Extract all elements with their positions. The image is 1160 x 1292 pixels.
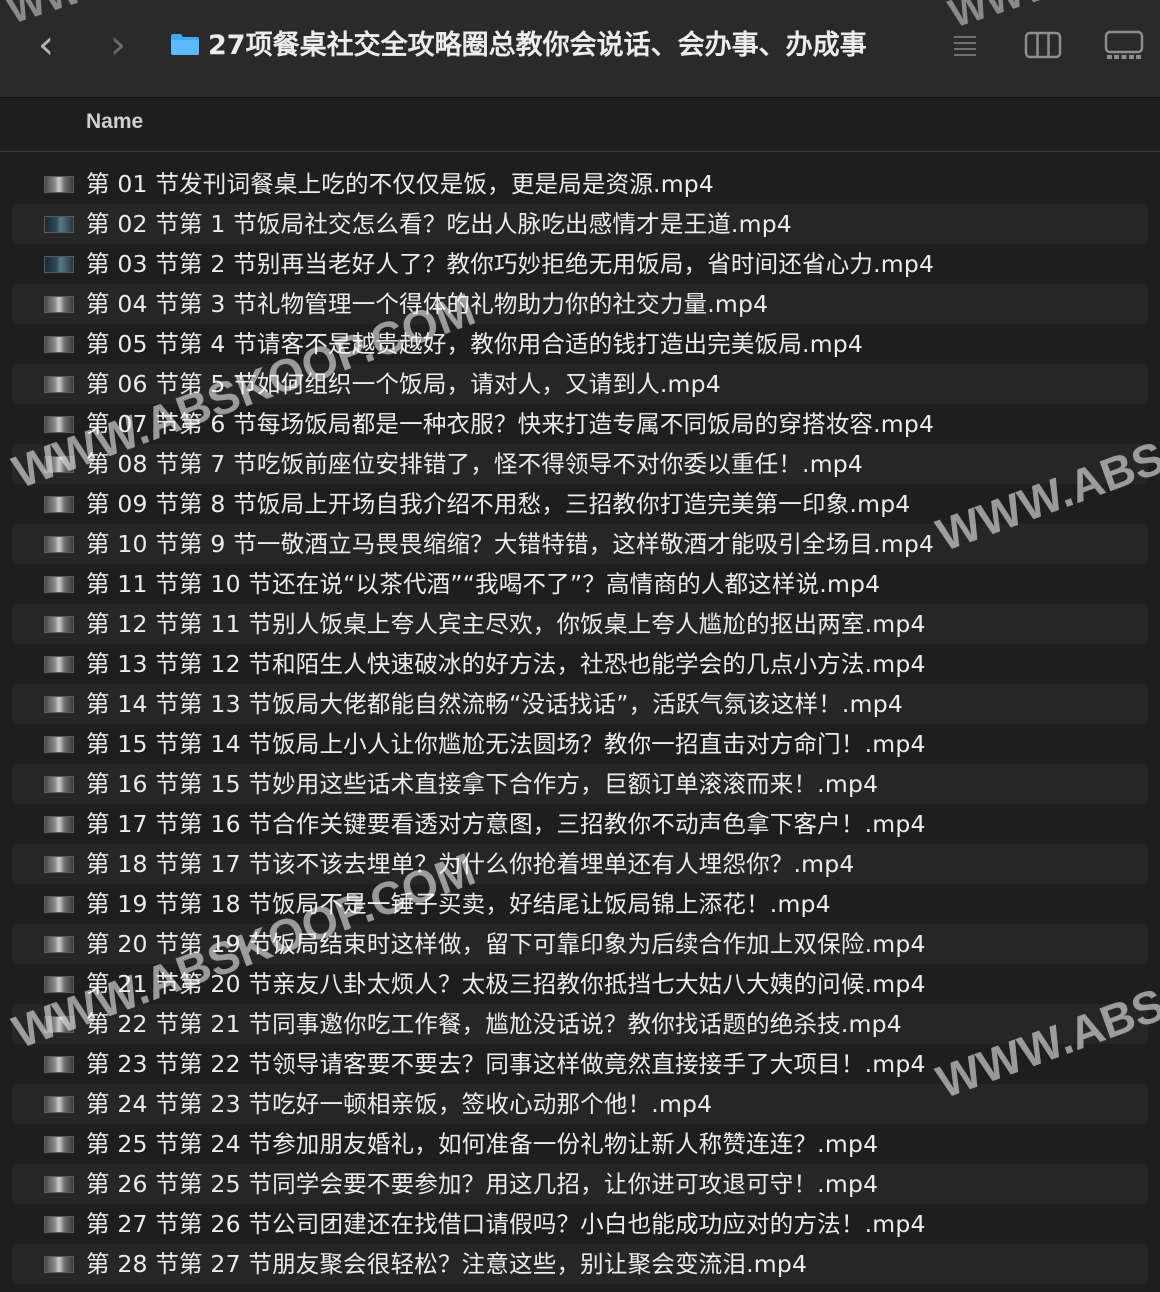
- file-row[interactable]: 第 14 节第 13 节饭局大佬都能自然流畅“没话找话”，活跃气氛该这样！.mp…: [12, 684, 1148, 724]
- file-name: 第 11 节第 10 节还在说“以茶代酒”“我喝不了”？高情商的人都这样说.mp…: [86, 570, 881, 598]
- file-row[interactable]: 第 22 节第 21 节同事邀你吃工作餐，尴尬没话说？教你找话题的绝杀技.mp4: [12, 1004, 1148, 1044]
- file-row[interactable]: 第 10 节第 9 节一敬酒立马畏畏缩缩？大错特错，这样敬酒才能吸引全场目.mp…: [12, 524, 1148, 564]
- file-row[interactable]: 第 13 节第 12 节和陌生人快速破冰的好方法，社恐也能学会的几点小方法.mp…: [0, 644, 1160, 684]
- video-thumbnail-icon: [44, 816, 74, 833]
- file-row[interactable]: 第 27 节第 26 节公司团建还在找借口请假吗？小白也能成功应对的方法！.mp…: [0, 1204, 1160, 1244]
- video-thumbnail-icon: [44, 1096, 74, 1113]
- file-name: 第 24 节第 23 节吃好一顿相亲饭，签收心动那个他！.mp4: [86, 1090, 713, 1118]
- file-row[interactable]: 第 24 节第 23 节吃好一顿相亲饭，签收心动那个他！.mp4: [12, 1084, 1148, 1124]
- video-thumbnail-icon: [44, 376, 74, 393]
- file-list: 第 01 节发刊词餐桌上吃的不仅仅是饭，更是局是资源.mp4 第 02 节第 1 …: [0, 164, 1160, 1284]
- file-name: 第 08 节第 7 节吃饭前座位安排错了，怪不得领导不对你委以重任！.mp4: [86, 450, 864, 478]
- back-button[interactable]: ‹: [26, 20, 66, 70]
- file-name: 第 21 节第 20 节亲友八卦太烦人？太极三招教你抵挡七大姑八大姨的问候.mp…: [86, 970, 926, 998]
- column-header: Name: [0, 98, 1160, 152]
- file-row[interactable]: 第 20 节第 19 节饭局结束时这样做，留下可靠印象为后续合作加上双保险.mp…: [12, 924, 1148, 964]
- video-thumbnail-icon: [44, 936, 74, 953]
- file-row[interactable]: 第 19 节第 18 节饭局不是一锤子买卖，好结尾让饭局锦上添花！.mp4: [0, 884, 1160, 924]
- video-thumbnail-icon: [44, 1056, 74, 1073]
- finder-window: ‹ › 27项餐桌社交全攻略圈总教你会说话、会办事、办成事 Name 第 01 …: [0, 0, 1160, 1292]
- file-name: 第 05 节第 4 节请客不是越贵越好，教你用合适的钱打造出完美饭局.mp4: [86, 330, 864, 358]
- file-name: 第 01 节发刊词餐桌上吃的不仅仅是饭，更是局是资源.mp4: [86, 170, 715, 198]
- file-name: 第 09 节第 8 节饭局上开场自我介绍不用愁，三招教你打造完美第一印象.mp4: [86, 490, 911, 518]
- file-name: 第 27 节第 26 节公司团建还在找借口请假吗？小白也能成功应对的方法！.mp…: [86, 1210, 926, 1238]
- video-thumbnail-icon: [44, 176, 74, 193]
- file-row[interactable]: 第 26 节第 25 节同学会要不要参加？用这几招，让你进可攻退可守！.mp4: [12, 1164, 1148, 1204]
- file-row[interactable]: 第 09 节第 8 节饭局上开场自我介绍不用愁，三招教你打造完美第一印象.mp4: [0, 484, 1160, 524]
- toolbar: ‹ › 27项餐桌社交全攻略圈总教你会说话、会办事、办成事: [0, 0, 1160, 98]
- video-thumbnail-icon: [44, 456, 74, 473]
- forward-button[interactable]: ›: [98, 20, 138, 70]
- video-thumbnail-icon: [44, 416, 74, 433]
- file-row[interactable]: 第 21 节第 20 节亲友八卦太烦人？太极三招教你抵挡七大姑八大姨的问候.mp…: [0, 964, 1160, 1004]
- file-row[interactable]: 第 18 节第 17 节该不该去埋单？为什么你抢着埋单还有人埋怨你？.mp4: [12, 844, 1148, 884]
- file-name: 第 23 节第 22 节领导请客要不要去？同事这样做竟然直接接手了大项目！.mp…: [86, 1050, 926, 1078]
- file-name: 第 03 节第 2 节别再当老好人了？教你巧妙拒绝无用饭局，省时间还省心力.mp…: [86, 250, 935, 278]
- video-thumbnail-icon: [44, 576, 74, 593]
- file-row[interactable]: 第 02 节第 1 节饭局社交怎么看？吃出人脉吃出感情才是王道.mp4: [12, 204, 1148, 244]
- file-name: 第 10 节第 9 节一敬酒立马畏畏缩缩？大错特错，这样敬酒才能吸引全场目.mp…: [86, 530, 935, 558]
- file-row[interactable]: 第 05 节第 4 节请客不是越贵越好，教你用合适的钱打造出完美饭局.mp4: [0, 324, 1160, 364]
- video-thumbnail-icon: [44, 536, 74, 553]
- video-thumbnail-icon: [44, 296, 74, 313]
- file-row[interactable]: 第 15 节第 14 节饭局上小人让你尴尬无法圆场？教你一招直击对方命门！.mp…: [0, 724, 1160, 764]
- video-thumbnail-icon: [44, 656, 74, 673]
- file-name: 第 22 节第 21 节同事邀你吃工作餐，尴尬没话说？教你找话题的绝杀技.mp4: [86, 1010, 902, 1038]
- folder-icon: [171, 34, 199, 55]
- gallery-view-icon[interactable]: [1104, 28, 1144, 62]
- video-thumbnail-icon: [44, 1176, 74, 1193]
- file-name: 第 20 节第 19 节饭局结束时这样做，留下可靠印象为后续合作加上双保险.mp…: [86, 930, 926, 958]
- file-name: 第 17 节第 16 节合作关键要看透对方意图，三招教你不动声色拿下客户！.mp…: [86, 810, 926, 838]
- file-row[interactable]: 第 12 节第 11 节别人饭桌上夸人宾主尽欢，你饭桌上夸人尴尬的抠出两室.mp…: [12, 604, 1148, 644]
- file-name: 第 16 节第 15 节妙用这些话术直接拿下合作方，巨额订单滚滚而来！.mp4: [86, 770, 879, 798]
- file-name: 第 19 节第 18 节饭局不是一锤子买卖，好结尾让饭局锦上添花！.mp4: [86, 890, 831, 918]
- video-thumbnail-icon: [44, 496, 74, 513]
- file-name: 第 25 节第 24 节参加朋友婚礼，如何准备一份礼物让新人称赞连连？.mp4: [86, 1130, 879, 1158]
- file-name: 第 07 节第 6 节每场饭局都是一种衣服？快来打造专属不同饭局的穿搭妆容.mp…: [86, 410, 935, 438]
- file-name: 第 12 节第 11 节别人饭桌上夸人宾主尽欢，你饭桌上夸人尴尬的抠出两室.mp…: [86, 610, 926, 638]
- file-row[interactable]: 第 06 节第 5 节如何组织一个饭局，请对人，又请到人.mp4: [12, 364, 1148, 404]
- video-thumbnail-icon: [44, 1256, 74, 1273]
- video-thumbnail-icon: [44, 736, 74, 753]
- file-row[interactable]: 第 03 节第 2 节别再当老好人了？教你巧妙拒绝无用饭局，省时间还省心力.mp…: [0, 244, 1160, 284]
- file-row[interactable]: 第 01 节发刊词餐桌上吃的不仅仅是饭，更是局是资源.mp4: [0, 164, 1160, 204]
- file-row[interactable]: 第 16 节第 15 节妙用这些话术直接拿下合作方，巨额订单滚滚而来！.mp4: [12, 764, 1148, 804]
- video-thumbnail-icon: [44, 1136, 74, 1153]
- video-thumbnail-icon: [44, 856, 74, 873]
- column-view-icon[interactable]: [1024, 28, 1062, 62]
- file-name: 第 26 节第 25 节同学会要不要参加？用这几招，让你进可攻退可守！.mp4: [86, 1170, 879, 1198]
- video-thumbnail-icon: [44, 256, 74, 273]
- file-row[interactable]: 第 25 节第 24 节参加朋友婚礼，如何准备一份礼物让新人称赞连连？.mp4: [0, 1124, 1160, 1164]
- file-row[interactable]: 第 11 节第 10 节还在说“以茶代酒”“我喝不了”？高情商的人都这样说.mp…: [0, 564, 1160, 604]
- list-view-icon[interactable]: [952, 28, 978, 62]
- file-name: 第 28 节第 27 节朋友聚会很轻松？注意这些，别让聚会变流泪.mp4: [86, 1250, 808, 1278]
- video-thumbnail-icon: [44, 776, 74, 793]
- video-thumbnail-icon: [44, 696, 74, 713]
- file-name: 第 18 节第 17 节该不该去埋单？为什么你抢着埋单还有人埋怨你？.mp4: [86, 850, 855, 878]
- file-name: 第 02 节第 1 节饭局社交怎么看？吃出人脉吃出感情才是王道.mp4: [86, 210, 792, 238]
- file-name: 第 15 节第 14 节饭局上小人让你尴尬无法圆场？教你一招直击对方命门！.mp…: [86, 730, 926, 758]
- video-thumbnail-icon: [44, 1216, 74, 1233]
- video-thumbnail-icon: [44, 896, 74, 913]
- file-row[interactable]: 第 17 节第 16 节合作关键要看透对方意图，三招教你不动声色拿下客户！.mp…: [0, 804, 1160, 844]
- file-row[interactable]: 第 28 节第 27 节朋友聚会很轻松？注意这些，别让聚会变流泪.mp4: [12, 1244, 1148, 1284]
- file-name: 第 14 节第 13 节饭局大佬都能自然流畅“没话找话”，活跃气氛该这样！.mp…: [86, 690, 903, 718]
- file-name: 第 06 节第 5 节如何组织一个饭局，请对人，又请到人.mp4: [86, 370, 721, 398]
- file-row[interactable]: 第 07 节第 6 节每场饭局都是一种衣服？快来打造专属不同饭局的穿搭妆容.mp…: [0, 404, 1160, 444]
- window-title: 27项餐桌社交全攻略圈总教你会说话、会办事、办成事: [208, 30, 867, 61]
- video-thumbnail-icon: [44, 336, 74, 353]
- name-column-header[interactable]: Name: [86, 110, 143, 134]
- video-thumbnail-icon: [44, 976, 74, 993]
- video-thumbnail-icon: [44, 616, 74, 633]
- video-thumbnail-icon: [44, 1016, 74, 1033]
- file-name: 第 13 节第 12 节和陌生人快速破冰的好方法，社恐也能学会的几点小方法.mp…: [86, 650, 926, 678]
- file-row[interactable]: 第 23 节第 22 节领导请客要不要去？同事这样做竟然直接接手了大项目！.mp…: [0, 1044, 1160, 1084]
- file-row[interactable]: 第 04 节第 3 节礼物管理一个得体的礼物助力你的社交力量.mp4: [12, 284, 1148, 324]
- file-name: 第 04 节第 3 节礼物管理一个得体的礼物助力你的社交力量.mp4: [86, 290, 769, 318]
- file-row[interactable]: 第 08 节第 7 节吃饭前座位安排错了，怪不得领导不对你委以重任！.mp4: [12, 444, 1148, 484]
- video-thumbnail-icon: [44, 216, 74, 233]
